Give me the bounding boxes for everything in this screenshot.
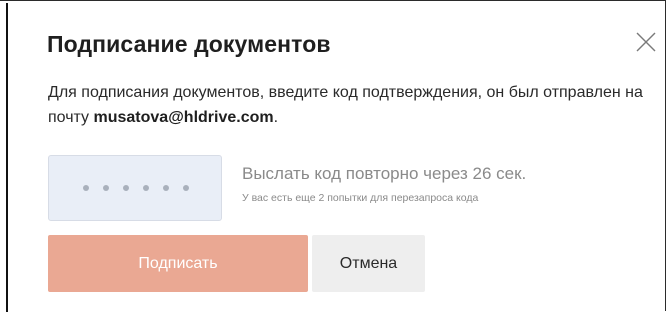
placeholder-dot xyxy=(123,185,129,191)
close-button[interactable] xyxy=(635,31,657,53)
dialog-description: Для подписания документов, введите код п… xyxy=(48,80,648,130)
description-suffix: . xyxy=(273,109,279,126)
cancel-button[interactable]: Отмена xyxy=(312,235,425,292)
resend-countdown: Выслать код повторно через 26 сек. xyxy=(242,164,527,183)
attempts-remaining: У вас есть еще 2 попытки для перезапроса… xyxy=(242,192,479,204)
close-icon xyxy=(636,32,656,52)
code-placeholder-dots xyxy=(83,185,189,191)
sign-documents-dialog: Подписание документов Для подписания док… xyxy=(0,0,666,312)
recipient-email: musatova@hldrive.com xyxy=(93,109,274,126)
placeholder-dot xyxy=(143,185,149,191)
sign-button[interactable]: Подписать xyxy=(48,235,308,292)
placeholder-dot xyxy=(183,185,189,191)
placeholder-dot xyxy=(103,185,109,191)
placeholder-dot xyxy=(163,185,169,191)
confirmation-code-input[interactable] xyxy=(48,155,222,221)
dialog-title: Подписание документов xyxy=(47,31,331,57)
dialog-frame-edge xyxy=(6,3,8,312)
placeholder-dot xyxy=(83,185,89,191)
